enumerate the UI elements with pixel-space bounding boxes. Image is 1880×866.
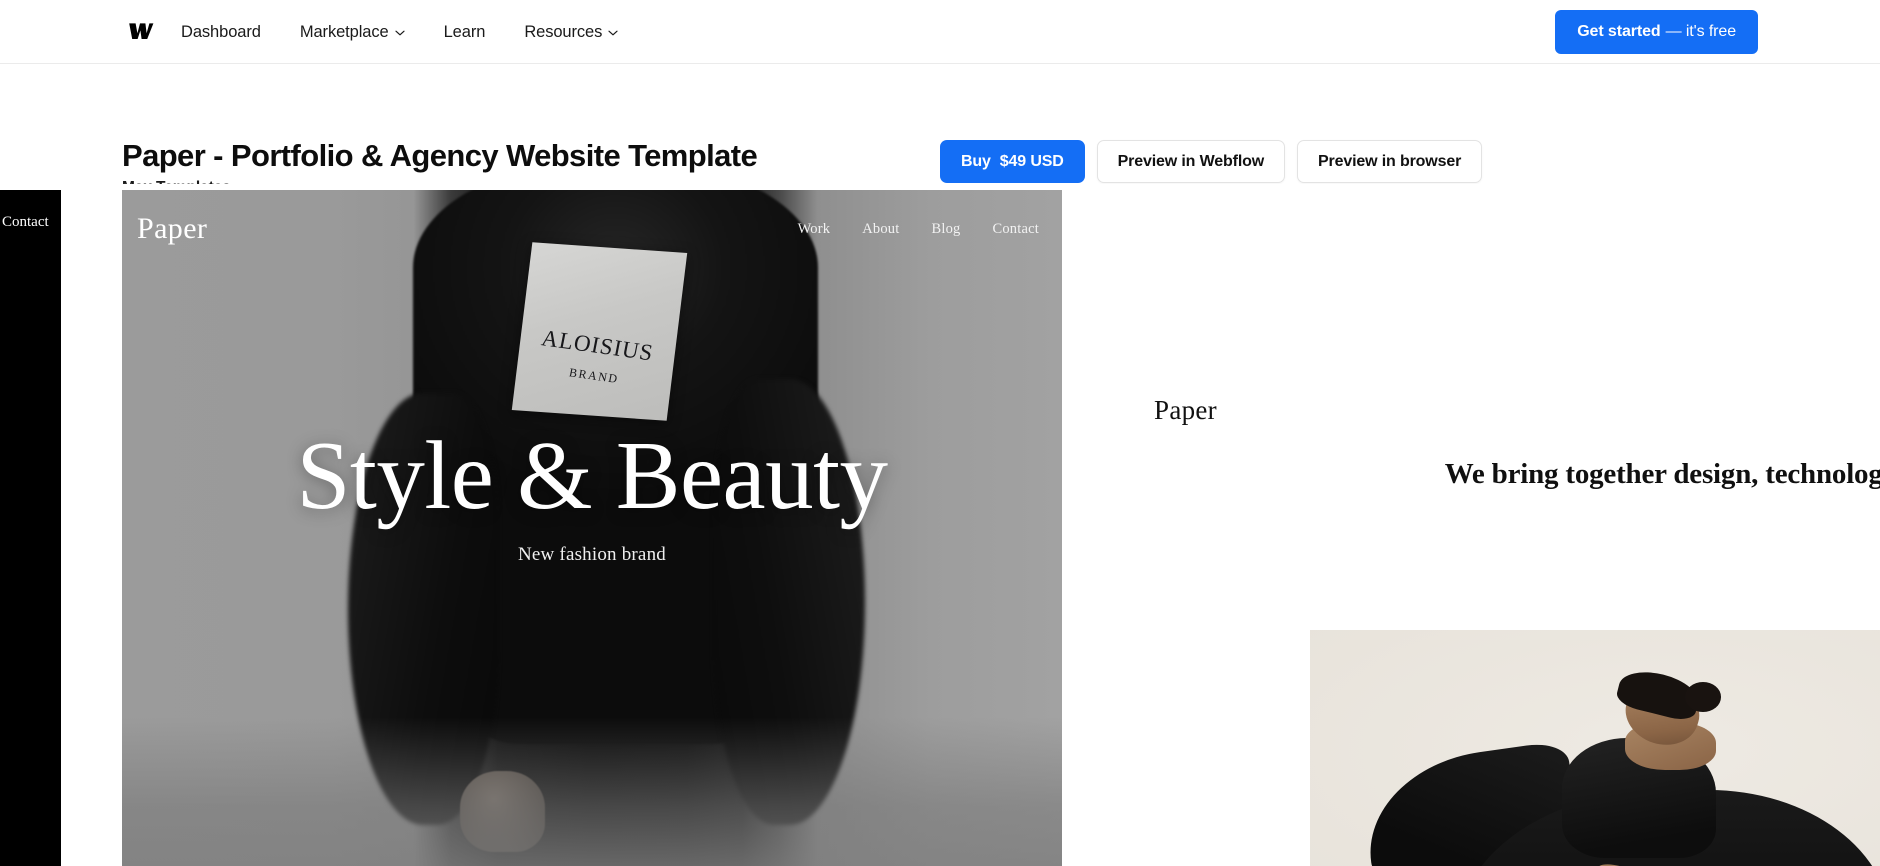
carousel-slide-previous[interactable]: Contact bbox=[0, 190, 61, 866]
template-header: Paper - Portfolio & Agency Website Templ… bbox=[0, 64, 1880, 196]
preview-nav-blog[interactable]: Blog bbox=[931, 221, 960, 238]
nav-item-marketplace[interactable]: Marketplace bbox=[300, 0, 423, 64]
get-started-bold-label: Get started bbox=[1577, 23, 1661, 40]
preview-nav-work[interactable]: Work bbox=[798, 221, 831, 238]
nav-item-label: Learn bbox=[443, 22, 486, 41]
template-preview-logo[interactable]: Paper bbox=[137, 212, 207, 246]
next-slide-logo: Paper bbox=[1154, 395, 1217, 425]
nav-item-label: Dashboard bbox=[181, 22, 261, 41]
brand-patch: ALOISIUS BRAND bbox=[511, 242, 687, 422]
buy-label: Buy bbox=[961, 152, 991, 170]
nav-item-dashboard[interactable]: Dashboard bbox=[181, 0, 279, 64]
preview-nav-about[interactable]: About bbox=[862, 221, 899, 238]
chevron-down-icon bbox=[395, 30, 405, 36]
template-actions: Buy $49 USD Preview in Webflow Preview i… bbox=[940, 140, 1483, 183]
next-slide-photo bbox=[1310, 630, 1880, 866]
buy-button[interactable]: Buy $49 USD bbox=[940, 140, 1085, 183]
nav-item-label: Marketplace bbox=[299, 22, 389, 41]
hero-copy: Style & Beauty New fashion brand bbox=[122, 426, 1062, 566]
hero-subheadline: New fashion brand bbox=[518, 544, 666, 565]
page-title: Paper - Portfolio & Agency Website Templ… bbox=[122, 138, 758, 173]
peek-contact-label: Contact bbox=[2, 214, 49, 230]
nav-item-resources[interactable]: Resources bbox=[524, 0, 636, 64]
carousel-slide-current[interactable]: ALOISIUS BRAND Paper Work About Blog Con… bbox=[122, 190, 1062, 866]
nav-item-label: Resources bbox=[524, 22, 603, 41]
next-slide-headline: We bring together design, technology, wi… bbox=[1444, 458, 1880, 490]
template-preview-nav-links: Work About Blog Contact bbox=[798, 221, 1039, 238]
template-preview-navbar: Paper Work About Blog Contact bbox=[122, 206, 1062, 252]
preview-in-browser-button[interactable]: Preview in browser bbox=[1297, 140, 1483, 183]
webflow-logo-icon[interactable] bbox=[128, 20, 154, 42]
model-hair-bun bbox=[1684, 682, 1721, 712]
hero-headline: Style & Beauty bbox=[296, 422, 888, 529]
buy-price: $49 USD bbox=[999, 152, 1064, 170]
chevron-down-icon bbox=[608, 30, 618, 36]
get-started-rest-label: — it's free bbox=[1665, 23, 1737, 40]
nav-item-learn[interactable]: Learn bbox=[444, 0, 504, 64]
preview-nav-contact[interactable]: Contact bbox=[992, 221, 1039, 238]
template-preview-carousel: Contact ALOISIUS BRAND Paper Work About … bbox=[0, 184, 1880, 866]
primary-nav: Dashboard Marketplace Learn Resources bbox=[181, 0, 636, 64]
global-top-navbar: Dashboard Marketplace Learn Resources Ge… bbox=[0, 0, 1880, 64]
preview-in-webflow-button[interactable]: Preview in Webflow bbox=[1096, 140, 1286, 183]
hero-photo-bottom-fade bbox=[122, 717, 1062, 866]
get-started-button[interactable]: Get started — it's free bbox=[1555, 10, 1758, 54]
carousel-slide-next[interactable]: Paper We bring together design, technolo… bbox=[1102, 190, 1880, 866]
